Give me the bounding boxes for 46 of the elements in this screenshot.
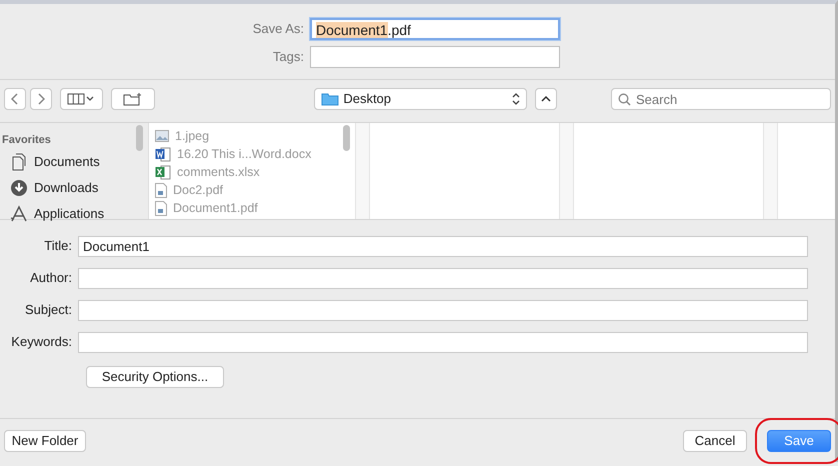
spreadsheet-file-icon — [155, 164, 171, 180]
tags-field[interactable] — [310, 46, 560, 68]
forward-button[interactable] — [30, 88, 52, 110]
pdf-file-icon — [155, 182, 167, 198]
text-field[interactable] — [78, 300, 808, 320]
columns-icon — [67, 93, 96, 105]
security-options-button[interactable]: Security Options... — [86, 366, 224, 388]
sidebar-item[interactable]: Applications — [2, 200, 148, 226]
text-field[interactable] — [78, 268, 808, 288]
forward-icon — [37, 93, 45, 105]
text-field[interactable] — [78, 332, 808, 352]
sidebar-item[interactable]: Documents — [2, 148, 148, 174]
dialog-button[interactable]: Cancel — [683, 430, 747, 452]
pdf-file-icon — [155, 200, 167, 216]
view-button[interactable] — [60, 88, 103, 110]
scrollbar[interactable] — [343, 125, 350, 151]
word-file-icon — [155, 146, 171, 162]
chevron-updown-icon — [512, 92, 520, 106]
field-label: Subject: — [24, 301, 73, 320]
new-folder-icon-button[interactable] — [110, 88, 156, 110]
field-label: Keywords: — [10, 333, 73, 352]
filename-text: .pdf — [388, 22, 411, 38]
chevron-up-icon — [540, 95, 551, 103]
folder-plus-icon — [122, 92, 143, 106]
dialog-button[interactable]: New Folder — [4, 430, 86, 452]
search-icon — [618, 93, 631, 106]
field-label: Tags: — [272, 48, 305, 66]
text-field[interactable]: Document1 — [78, 236, 808, 256]
scrollbar[interactable] — [136, 125, 143, 151]
field-label: Author: — [29, 269, 73, 288]
field-label: Title: — [43, 237, 73, 256]
search-field[interactable]: Search — [611, 88, 831, 110]
selected-text: Document1 — [316, 22, 388, 38]
image-file-icon — [155, 130, 169, 142]
location-dropdown[interactable]: Desktop — [314, 88, 527, 110]
sidebar-heading: Favorites — [2, 133, 51, 148]
up-button[interactable] — [534, 88, 557, 110]
back-button[interactable] — [4, 88, 26, 110]
applications-icon — [10, 204, 28, 222]
filename-field[interactable]: Document1.pdf — [310, 18, 560, 40]
back-icon — [11, 93, 19, 105]
field-label: Save As: — [252, 20, 305, 38]
folder-icon — [321, 92, 340, 106]
documents-icon — [10, 152, 28, 170]
sidebar-item[interactable]: Downloads — [2, 174, 148, 200]
download-icon — [10, 178, 28, 196]
